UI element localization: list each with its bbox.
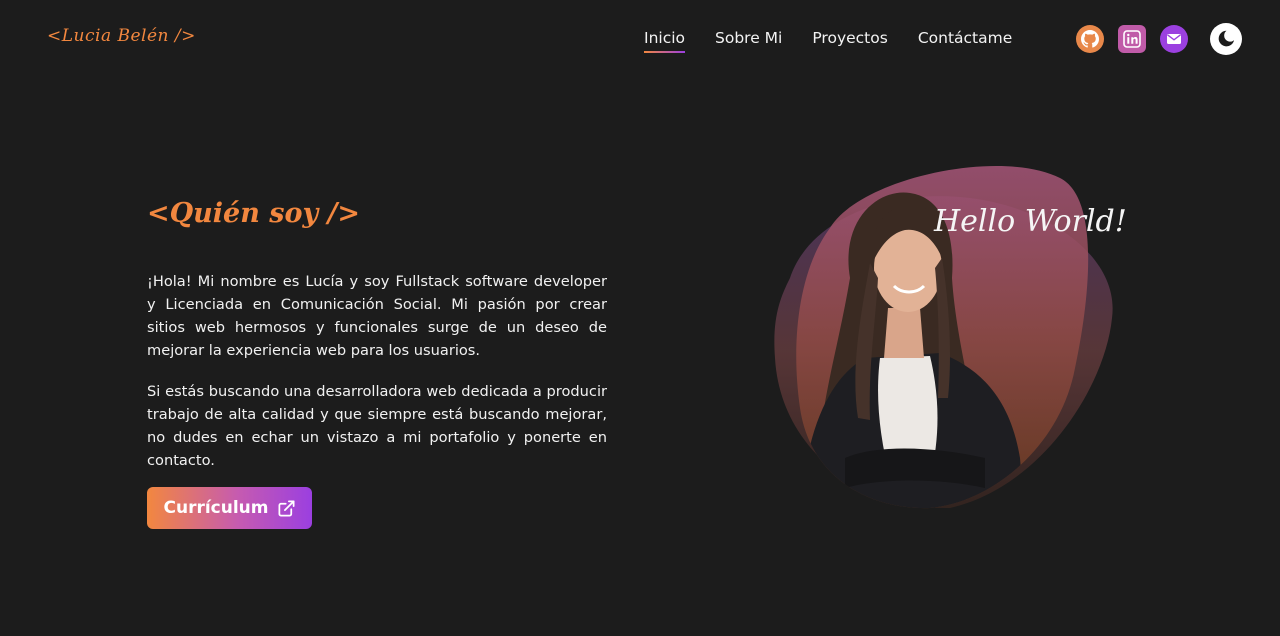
linkedin-icon[interactable] xyxy=(1118,25,1146,53)
about-section: <Quién soy /> ¡Hola! Mi nombre es Lucía … xyxy=(147,198,607,490)
social-links xyxy=(1076,25,1202,53)
about-paragraph-2: Si estás buscando una desarrolladora web… xyxy=(147,383,607,469)
site-logo[interactable]: <Lucia Belén /> xyxy=(47,26,196,46)
curriculum-button-label: Currículum xyxy=(163,498,269,518)
mail-icon[interactable] xyxy=(1160,25,1188,53)
nav-link-contactame[interactable]: Contáctame xyxy=(918,29,1012,53)
hello-world-caption: Hello World! xyxy=(934,204,1127,239)
curriculum-button[interactable]: Currículum xyxy=(147,487,312,529)
about-paragraph-1: ¡Hola! Mi nombre es Lucía y soy Fullstac… xyxy=(147,273,607,359)
moon-icon xyxy=(1218,30,1235,47)
nav-link-sobre-mi[interactable]: Sobre Mi xyxy=(715,29,782,53)
nav-link-proyectos[interactable]: Proyectos xyxy=(812,29,887,53)
nav-link-inicio[interactable]: Inicio xyxy=(644,29,686,53)
site-header: <Lucia Belén /> Inicio Sobre Mi Proyecto… xyxy=(0,0,1280,78)
external-link-icon xyxy=(278,500,294,516)
main-nav: Inicio Sobre Mi Proyectos Contáctame xyxy=(644,29,1012,53)
about-title: <Quién soy /> xyxy=(147,198,361,229)
github-icon[interactable] xyxy=(1076,25,1104,53)
theme-toggle-button[interactable] xyxy=(1210,23,1242,55)
